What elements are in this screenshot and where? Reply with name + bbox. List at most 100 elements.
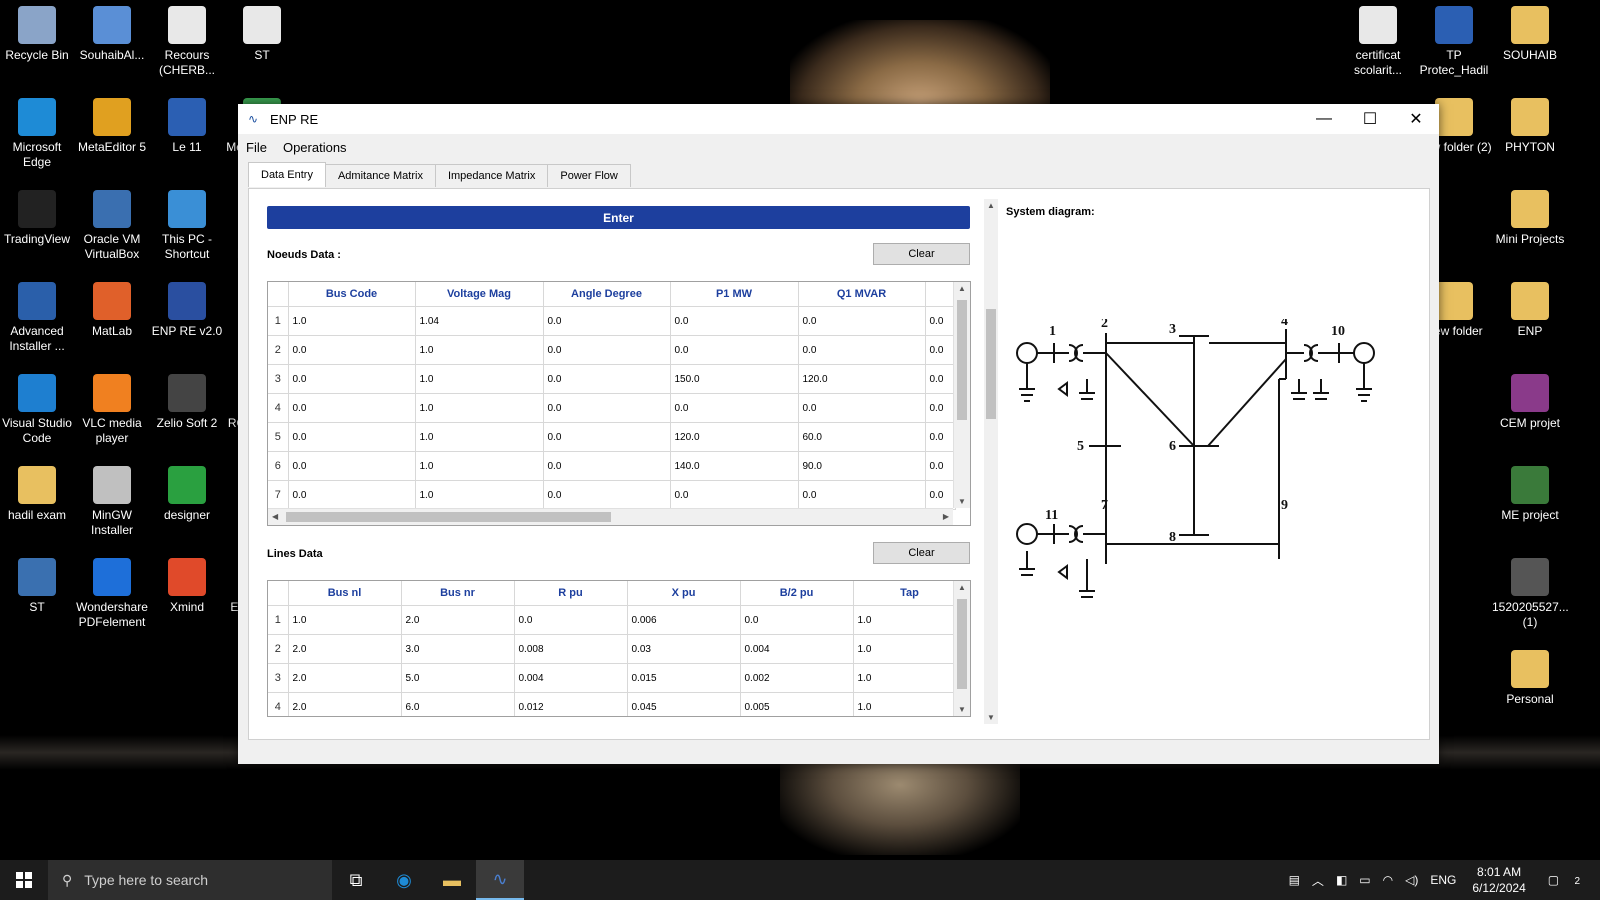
table-cell[interactable]: 0.004 bbox=[740, 634, 854, 664]
tab-impedance-matrix[interactable]: Impedance Matrix bbox=[434, 164, 549, 187]
notification-center-button[interactable]: ▢ 2 bbox=[1536, 873, 1600, 887]
taskbar-search[interactable]: ⚲ Type here to search bbox=[48, 860, 332, 900]
column-header[interactable]: Angle Degree bbox=[543, 282, 671, 307]
table-cell[interactable]: 2.0 bbox=[401, 605, 515, 635]
desktop-icon[interactable]: Advanced Installer ... bbox=[0, 282, 75, 354]
column-header[interactable]: Tap bbox=[853, 581, 967, 606]
table-cell[interactable]: 0.0 bbox=[798, 480, 926, 510]
table-cell[interactable]: 0.0 bbox=[925, 480, 956, 510]
desktop-icon[interactable]: Wondershare PDFelement bbox=[74, 558, 150, 630]
desktop-icon[interactable]: TP Protec_Hadil bbox=[1416, 6, 1492, 78]
table-cell[interactable]: 0.0 bbox=[925, 451, 956, 481]
column-header[interactable]: R pu bbox=[514, 581, 628, 606]
desktop-icon[interactable]: ST bbox=[0, 558, 75, 615]
scroll-down-icon[interactable]: ▼ bbox=[954, 705, 970, 714]
taskbar-enp-re[interactable]: ∿ bbox=[476, 860, 524, 900]
table-cell[interactable]: 2.0 bbox=[288, 634, 402, 664]
desktop-icon[interactable]: Personal bbox=[1492, 650, 1568, 707]
tab-admitance-matrix[interactable]: Admitance Matrix bbox=[324, 164, 436, 187]
desktop-icon[interactable]: Recours (CHERB... bbox=[149, 6, 225, 78]
scroll-down-icon[interactable]: ▼ bbox=[984, 713, 998, 722]
tab-data-entry[interactable]: Data Entry bbox=[248, 162, 326, 187]
desktop-icon[interactable]: certificat scolarit... bbox=[1340, 6, 1416, 78]
scroll-thumb[interactable] bbox=[957, 599, 967, 689]
row-header[interactable]: 1 bbox=[268, 605, 289, 635]
table-cell[interactable]: 1.0 bbox=[415, 364, 544, 394]
desktop-icon[interactable]: VLC media player bbox=[74, 374, 150, 446]
nodes-table-vertical-scrollbar[interactable]: ▲ ▼ bbox=[953, 282, 970, 508]
row-header[interactable]: 6 bbox=[268, 451, 289, 481]
row-header[interactable]: 5 bbox=[268, 422, 289, 452]
news-widget-icon[interactable]: ▤ bbox=[1283, 873, 1306, 887]
table-cell[interactable]: 0.03 bbox=[627, 634, 741, 664]
column-header[interactable]: Bus nl bbox=[288, 581, 402, 606]
table-cell[interactable]: 0.0 bbox=[543, 364, 671, 394]
table-cell[interactable]: 0.006 bbox=[627, 605, 741, 635]
clock[interactable]: 8:01 AM 6/12/2024 bbox=[1462, 864, 1535, 896]
lines-table-vertical-scrollbar[interactable]: ▲ ▼ bbox=[953, 581, 970, 716]
table-cell[interactable]: 0.0 bbox=[543, 422, 671, 452]
table-cell[interactable]: 0.002 bbox=[740, 663, 854, 693]
desktop-icon[interactable]: designer bbox=[149, 466, 225, 523]
table-cell[interactable]: 1.0 bbox=[415, 422, 544, 452]
battery-icon[interactable]: ▭ bbox=[1353, 873, 1376, 887]
desktop-icon[interactable]: Microsoft Edge bbox=[0, 98, 75, 170]
maximize-button[interactable]: ☐ bbox=[1347, 104, 1393, 134]
desktop-icon[interactable]: ENP bbox=[1492, 282, 1568, 339]
table-cell[interactable]: 0.0 bbox=[925, 306, 956, 336]
table-cell[interactable]: 0.0 bbox=[925, 393, 956, 423]
table-cell[interactable]: 1.0 bbox=[415, 480, 544, 510]
desktop-icon[interactable]: SOUHAIB bbox=[1492, 6, 1568, 63]
table-cell[interactable]: 2.0 bbox=[288, 663, 402, 693]
table-cell[interactable]: 0.0 bbox=[670, 335, 799, 365]
desktop-icon[interactable]: Xmind bbox=[149, 558, 225, 615]
table-cell[interactable]: 1.0 bbox=[288, 306, 416, 336]
column-header[interactable]: Q1 MVAR bbox=[798, 282, 926, 307]
row-header[interactable]: 2 bbox=[268, 335, 289, 365]
table-cell[interactable]: 2.0 bbox=[288, 692, 402, 716]
table-cell[interactable]: 0.0 bbox=[543, 393, 671, 423]
desktop-icon[interactable]: Mini Projects bbox=[1492, 190, 1568, 247]
lines-clear-button[interactable]: Clear bbox=[873, 542, 970, 564]
table-cell[interactable]: 0.0 bbox=[288, 451, 416, 481]
table-cell[interactable]: 5.0 bbox=[401, 663, 515, 693]
table-cell[interactable]: 1.0 bbox=[288, 605, 402, 635]
desktop-icon[interactable]: PHYTON bbox=[1492, 98, 1568, 155]
table-cell[interactable]: 1.0 bbox=[853, 634, 967, 664]
column-header[interactable]: Bus nr bbox=[401, 581, 515, 606]
desktop-icon[interactable]: Le 11 bbox=[149, 98, 225, 155]
form-vertical-scrollbar[interactable]: ▲ ▼ bbox=[984, 199, 998, 724]
taskbar-edge[interactable]: ◉ bbox=[380, 860, 428, 900]
table-cell[interactable]: 0.0 bbox=[288, 335, 416, 365]
start-button[interactable] bbox=[0, 860, 48, 900]
table-cell[interactable]: 1.0 bbox=[853, 663, 967, 693]
table-cell[interactable]: 0.0 bbox=[514, 605, 628, 635]
table-cell[interactable]: 0.0 bbox=[798, 335, 926, 365]
column-header[interactable]: P1 MW bbox=[670, 282, 799, 307]
table-cell[interactable]: 0.008 bbox=[514, 634, 628, 664]
table-cell[interactable]: 0.0 bbox=[925, 422, 956, 452]
table-cell[interactable]: 90.0 bbox=[798, 451, 926, 481]
table-cell[interactable]: 60.0 bbox=[798, 422, 926, 452]
menu-operations[interactable]: Operations bbox=[275, 140, 355, 155]
desktop-icon[interactable]: Oracle VM VirtualBox bbox=[74, 190, 150, 262]
row-header[interactable]: 3 bbox=[268, 663, 289, 693]
enter-button[interactable]: Enter bbox=[267, 206, 970, 229]
scroll-left-icon[interactable]: ◀ bbox=[272, 509, 278, 525]
table-cell[interactable]: 0.0 bbox=[288, 393, 416, 423]
nodes-clear-button[interactable]: Clear bbox=[873, 243, 970, 265]
table-cell[interactable]: 0.0 bbox=[798, 393, 926, 423]
table-cell[interactable]: 120.0 bbox=[798, 364, 926, 394]
taskbar-file-explorer[interactable]: ▬ bbox=[428, 860, 476, 900]
desktop-icon[interactable]: This PC - Shortcut bbox=[149, 190, 225, 262]
column-header[interactable]: Voltage Mag bbox=[415, 282, 544, 307]
desktop-icon[interactable]: MetaEditor 5 bbox=[74, 98, 150, 155]
column-header[interactable]: B/2 pu bbox=[740, 581, 854, 606]
table-cell[interactable]: 0.004 bbox=[514, 663, 628, 693]
table-cell[interactable]: 1.0 bbox=[415, 451, 544, 481]
table-cell[interactable]: 0.0 bbox=[543, 335, 671, 365]
desktop-icon[interactable]: CEM projet bbox=[1492, 374, 1568, 431]
table-cell[interactable]: 120.0 bbox=[670, 422, 799, 452]
task-view-button[interactable]: ⧉ bbox=[332, 860, 380, 900]
table-cell[interactable]: 0.0 bbox=[670, 480, 799, 510]
